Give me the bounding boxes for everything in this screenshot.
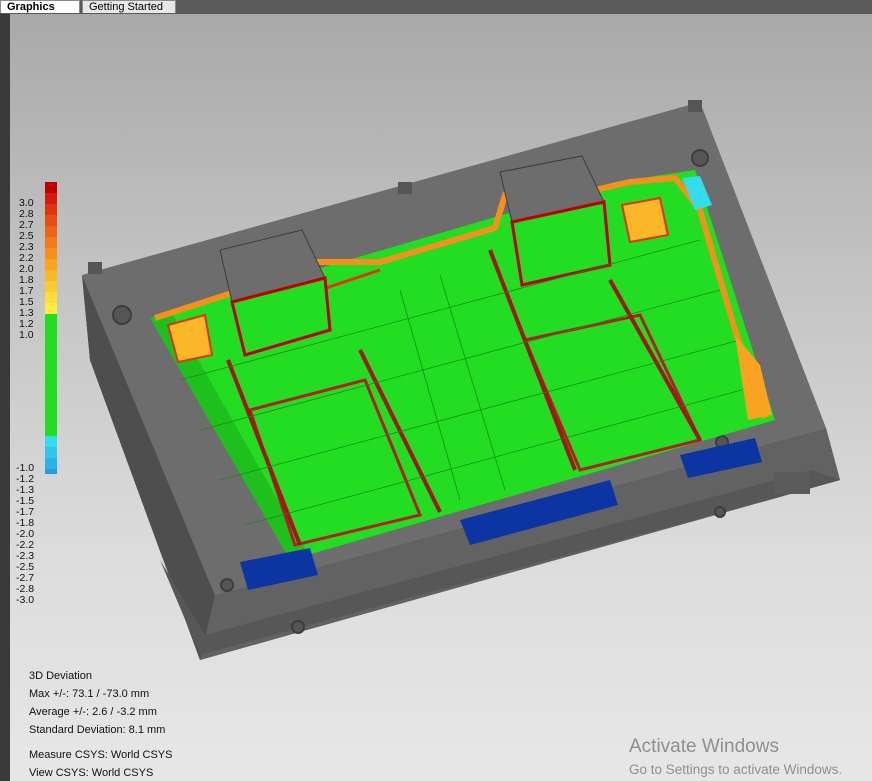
tab-graphics[interactable]: Graphics [0,0,80,13]
legend-swatch-pos-2 [45,204,57,215]
legend-swatch-pos-4 [45,226,57,237]
legend-swatch-pos-9 [45,281,57,292]
legend-swatch-pos-6 [45,248,57,259]
watermark-title: Activate Windows [629,736,779,757]
watermark-subtitle: Go to Settings to activate Windows. [629,762,843,777]
legend-swatch-neg-0 [45,436,57,447]
legend-swatch-neg-1 [45,447,57,458]
legend-label: 1.0 [19,329,34,341]
graphics-viewport[interactable]: 3.0 2.8 2.7 2.5 2.3 2.2 2.0 1.8 1.7 1.5 1.3 1.2 1.0-… [10,14,872,781]
info-title: 3D Deviation [29,670,92,682]
legend-swatch-pos-3 [45,215,57,226]
legend-swatch-pos-0 [45,182,57,193]
legend-label: -3.0 [16,594,35,606]
info-std-dev: Standard Deviation: 8.1 mm [29,724,166,736]
legend-swatch-neg-2 [45,458,57,469]
tab-bar: Graphics Getting Started [0,0,872,14]
legend-swatch-pos-10 [45,292,57,303]
legend-swatch-nominal [45,314,57,436]
legend-swatch-pos-11 [45,303,57,314]
tab-getting-started[interactable]: Getting Started [82,0,176,13]
deviation-model [82,100,840,660]
legend-swatch-pos-5 [45,237,57,248]
legend-swatch-pos-7 [45,259,57,270]
legend-swatch-pos-1 [45,193,57,204]
legend-swatch-pos-8 [45,270,57,281]
legend-swatch-neg-3 [45,469,57,474]
info-average: Average +/-: 2.6 / -3.2 mm [29,706,157,718]
info-view-csys: View CSYS: World CSYS [29,767,154,779]
info-measure-csys: Measure CSYS: World CSYS [29,749,173,761]
info-max: Max +/-: 73.1 / -73.0 mm [29,688,150,700]
